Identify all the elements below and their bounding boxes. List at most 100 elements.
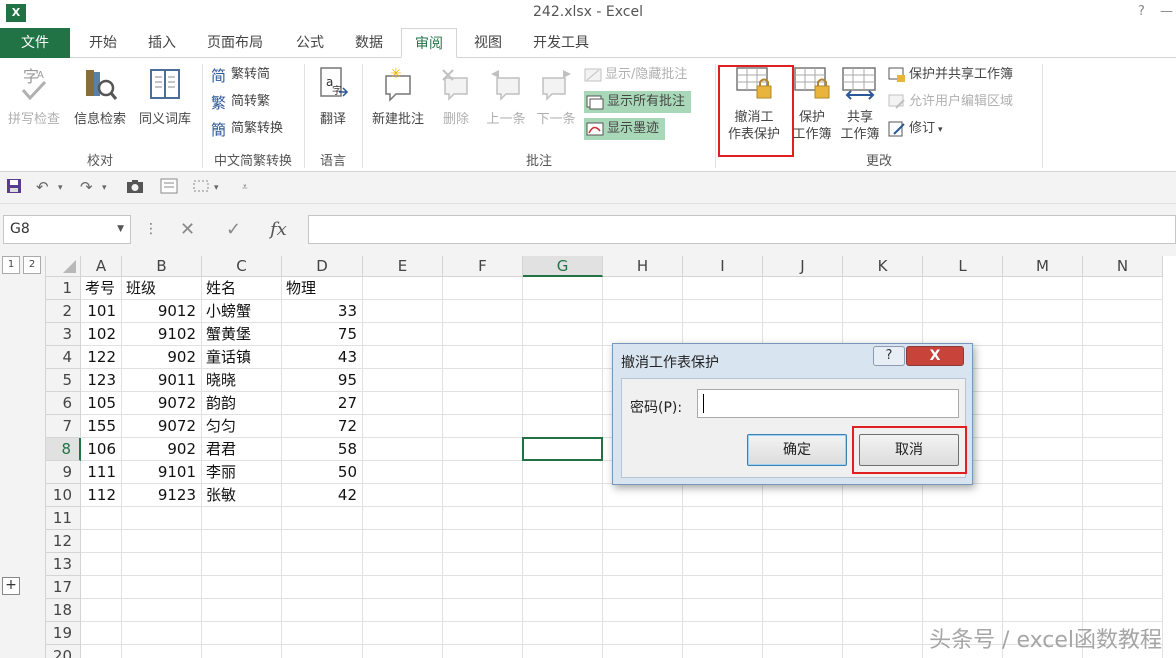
enter-icon[interactable]: ✓	[226, 219, 241, 240]
data-cell[interactable]: 902	[122, 346, 200, 369]
chevron-down-icon[interactable]: ▾	[58, 183, 63, 193]
outline-level-1[interactable]: 1	[2, 256, 20, 274]
row-header-8[interactable]: 8	[46, 438, 81, 461]
tab-page-layout[interactable]: 页面布局	[196, 28, 274, 58]
data-cell[interactable]: 42	[282, 484, 361, 507]
data-cell[interactable]: 9101	[122, 461, 200, 484]
show-all-comments-button[interactable]: 显示所有批注	[584, 91, 692, 113]
cancel-icon[interactable]: ✕	[180, 219, 195, 240]
data-cell[interactable]: 111	[81, 461, 120, 484]
data-cell[interactable]: 小螃蟹	[202, 300, 280, 323]
data-cell[interactable]: 33	[282, 300, 361, 323]
show-ink-button[interactable]: 显示墨迹	[584, 118, 666, 140]
data-cell[interactable]: 李丽	[202, 461, 280, 484]
select-objects-icon[interactable]	[192, 178, 212, 198]
column-header-j[interactable]: J	[763, 256, 843, 277]
data-cell[interactable]: 匀匀	[202, 415, 280, 438]
data-cell[interactable]: 123	[81, 369, 120, 392]
data-cell[interactable]: 112	[81, 484, 120, 507]
protect-share-workbook-button[interactable]: 保护并共享工作簿	[888, 64, 1013, 86]
data-cell[interactable]: 72	[282, 415, 361, 438]
translate-button[interactable]: a 字 翻译	[310, 66, 356, 128]
column-header-l[interactable]: L	[923, 256, 1003, 277]
column-header-i[interactable]: I	[683, 256, 763, 277]
column-header-e[interactable]: E	[363, 256, 443, 277]
row-header-7[interactable]: 7	[46, 415, 81, 438]
worksheet-grid[interactable]: 1 2 ABCDEFGHIJKLMN 1 2 3 4 5 6 7 8 9 10 11 12 13 17 18…	[0, 256, 1176, 658]
simplified-to-traditional-button[interactable]: 繁简转繁	[210, 91, 270, 113]
data-cell[interactable]: 95	[282, 369, 361, 392]
column-header-b[interactable]: B	[122, 256, 202, 277]
outline-expand-button[interactable]: +	[2, 577, 20, 595]
column-header-n[interactable]: N	[1083, 256, 1163, 277]
tab-file[interactable]: 文件	[0, 28, 70, 58]
column-header-m[interactable]: M	[1003, 256, 1083, 277]
data-cell[interactable]: 902	[122, 438, 200, 461]
data-cell[interactable]: 105	[81, 392, 120, 415]
name-box[interactable]: G8 ▼	[3, 215, 131, 244]
dialog-close-button[interactable]: X	[906, 346, 964, 366]
data-cell[interactable]: 9102	[122, 323, 200, 346]
share-workbook-button[interactable]: 共享 工作簿	[836, 66, 884, 143]
tab-review[interactable]: 审阅	[401, 28, 457, 58]
protect-workbook-button[interactable]: 保护 工作簿	[790, 66, 834, 143]
data-cell[interactable]: 101	[81, 300, 120, 323]
data-cell[interactable]: 9012	[122, 300, 200, 323]
data-cell[interactable]: 君君	[202, 438, 280, 461]
data-cell[interactable]: 102	[81, 323, 120, 346]
chevron-down-icon[interactable]: ▾	[102, 183, 107, 193]
spelling-button[interactable]: 字 A 拼写检查	[2, 66, 66, 128]
header-cell[interactable]: 考号	[81, 277, 122, 300]
tab-view[interactable]: 视图	[462, 28, 514, 58]
minimize-icon[interactable]: —	[1160, 4, 1173, 19]
row-header-20[interactable]: 20	[46, 645, 81, 658]
research-button[interactable]: 信息检索	[68, 66, 132, 128]
chinese-conversion-button[interactable]: 簡简繁转换	[210, 118, 283, 140]
undo-icon[interactable]: ↶	[36, 178, 49, 196]
data-cell[interactable]: 韵韵	[202, 392, 280, 415]
row-header-9[interactable]: 9	[46, 461, 81, 484]
row-header-19[interactable]: 19	[46, 622, 81, 645]
tab-data[interactable]: 数据	[342, 28, 396, 58]
formula-input[interactable]	[308, 215, 1176, 244]
data-cell[interactable]: 张敏	[202, 484, 280, 507]
row-header-3[interactable]: 3	[46, 323, 81, 346]
form-icon[interactable]	[160, 178, 178, 198]
column-header-g[interactable]: G	[523, 256, 603, 277]
chevron-down-icon[interactable]: ▾	[214, 183, 219, 193]
column-header-d[interactable]: D	[282, 256, 363, 277]
data-cell[interactable]: 9072	[122, 392, 200, 415]
row-header-1[interactable]: 1	[46, 277, 81, 300]
new-comment-button[interactable]: ✳ 新建批注	[366, 66, 430, 128]
tab-formulas[interactable]: 公式	[284, 28, 336, 58]
dialog-help-button[interactable]: ?	[873, 346, 905, 366]
column-header-a[interactable]: A	[81, 256, 122, 277]
column-header-k[interactable]: K	[843, 256, 923, 277]
active-cell-g8[interactable]	[522, 437, 603, 461]
outline-level-2[interactable]: 2	[23, 256, 41, 274]
data-cell[interactable]: 58	[282, 438, 361, 461]
column-header-c[interactable]: C	[202, 256, 282, 277]
chevron-down-icon[interactable]: ▼	[117, 216, 124, 243]
header-cell[interactable]: 物理	[282, 277, 363, 300]
insert-function-icon[interactable]: fx	[270, 219, 287, 240]
data-cell[interactable]: 155	[81, 415, 120, 438]
column-header-f[interactable]: F	[443, 256, 523, 277]
help-icon[interactable]: ?	[1138, 4, 1145, 19]
data-cell[interactable]: 9072	[122, 415, 200, 438]
row-header-2[interactable]: 2	[46, 300, 81, 323]
redo-icon[interactable]: ↷	[80, 178, 93, 196]
more-icon[interactable]: ⋮	[144, 221, 158, 237]
row-header-6[interactable]: 6	[46, 392, 81, 415]
show-hide-comment-button[interactable]: 显示/隐藏批注	[584, 64, 687, 86]
row-header-18[interactable]: 18	[46, 599, 81, 622]
row-header-10[interactable]: 10	[46, 484, 81, 507]
data-cell[interactable]: 43	[282, 346, 361, 369]
data-cell[interactable]: 50	[282, 461, 361, 484]
track-changes-button[interactable]: 修订 ▾	[888, 118, 943, 140]
data-cell[interactable]: 蟹黄堡	[202, 323, 280, 346]
data-cell[interactable]: 122	[81, 346, 120, 369]
tab-insert[interactable]: 插入	[134, 28, 190, 58]
data-cell[interactable]: 童话镇	[202, 346, 280, 369]
row-header-4[interactable]: 4	[46, 346, 81, 369]
